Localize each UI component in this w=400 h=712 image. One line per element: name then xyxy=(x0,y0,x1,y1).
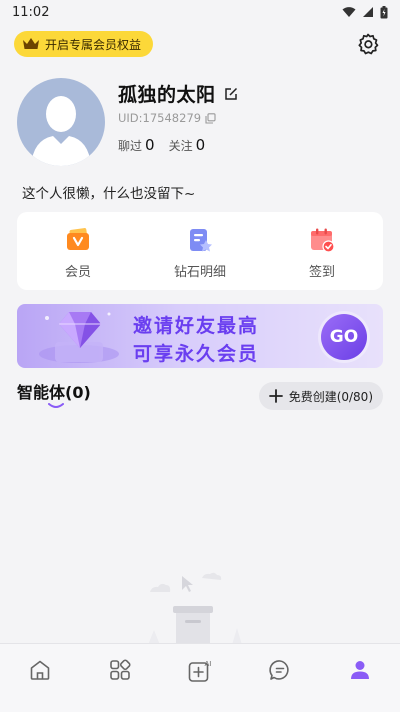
promo-line-2: 可享永久会员 xyxy=(133,343,260,365)
quick-action-checkin-label: 签到 xyxy=(308,265,335,280)
grid-icon xyxy=(110,659,131,680)
go-button[interactable]: GO xyxy=(321,314,367,360)
quick-action-diamond-detail[interactable]: 钻石明细 xyxy=(139,212,261,290)
tab-discover[interactable] xyxy=(80,644,160,712)
diamond-detail-icon xyxy=(190,229,212,252)
empty-state-illustration xyxy=(148,572,242,645)
edit-icon[interactable] xyxy=(224,87,238,101)
copy-icon[interactable] xyxy=(205,112,216,124)
status-time: 11:02 xyxy=(12,4,50,20)
tab-create-ai[interactable]: AI xyxy=(160,644,240,712)
title-underline-indicator xyxy=(48,403,64,408)
uid-row: UID:17548279 xyxy=(118,111,216,125)
tab-profile[interactable] xyxy=(320,644,400,712)
create-agent-label: 免费创建(0/80) xyxy=(288,389,373,404)
chat-label: 聊过 xyxy=(118,139,143,153)
agents-title[interactable]: 智能体(0) xyxy=(17,379,91,403)
chat-bubble-icon xyxy=(269,660,289,680)
follow-count: 0 xyxy=(195,136,206,154)
quick-action-vip[interactable]: 会员 xyxy=(17,212,139,290)
quick-action-vip-label: 会员 xyxy=(64,265,91,280)
status-bar: 11:02 xyxy=(0,0,400,24)
crown-icon xyxy=(23,38,39,49)
tab-home[interactable] xyxy=(0,644,80,712)
quick-action-checkin[interactable]: 签到 xyxy=(261,212,383,290)
chat-stat[interactable]: 聊过 0 xyxy=(118,136,155,154)
vip-benefits-label: 开启专属会员权益 xyxy=(45,37,142,52)
default-avatar-icon xyxy=(31,96,91,166)
create-agent-button[interactable]: 免费创建(0/80) xyxy=(258,382,383,410)
promo-line-1: 邀请好友最高 xyxy=(133,315,260,337)
diamond-illustration-icon xyxy=(39,312,119,363)
chat-count: 0 xyxy=(145,136,155,154)
bottom-tab-bar: AI xyxy=(0,643,400,712)
username-row: 孤独的太阳 xyxy=(118,80,238,107)
home-icon xyxy=(30,660,50,680)
signal-icon xyxy=(363,7,373,17)
wifi-icon xyxy=(342,7,356,17)
tab-messages[interactable] xyxy=(240,644,320,712)
invite-promo-banner[interactable]: 邀请好友最高 可享永久会员 GO xyxy=(17,304,383,368)
quick-action-diamond-label: 钻石明细 xyxy=(173,265,226,280)
vip-benefits-button[interactable]: 开启专属会员权益 xyxy=(14,31,154,57)
plus-icon xyxy=(268,389,283,403)
follow-stat[interactable]: 关注 0 xyxy=(169,136,206,154)
vip-card-icon xyxy=(67,228,89,250)
battery-icon xyxy=(380,5,388,18)
gear-icon xyxy=(358,33,379,55)
settings-button[interactable] xyxy=(356,32,380,56)
person-icon xyxy=(351,661,369,679)
status-icons xyxy=(342,5,388,19)
quick-actions-card: 会员 钻石明细 签到 xyxy=(17,212,383,290)
calendar-check-icon xyxy=(311,228,335,253)
stats-row: 聊过 0 关注 0 xyxy=(118,136,205,154)
bio-text: 这个人很懒，什么也没留下~ xyxy=(22,186,196,202)
follow-label: 关注 xyxy=(168,139,193,153)
ai-add-icon: AI xyxy=(188,660,212,682)
uid-text: UID:17548279 xyxy=(118,111,202,125)
svg-text:AI: AI xyxy=(205,660,212,668)
username: 孤独的太阳 xyxy=(118,84,216,106)
avatar[interactable] xyxy=(17,78,105,166)
